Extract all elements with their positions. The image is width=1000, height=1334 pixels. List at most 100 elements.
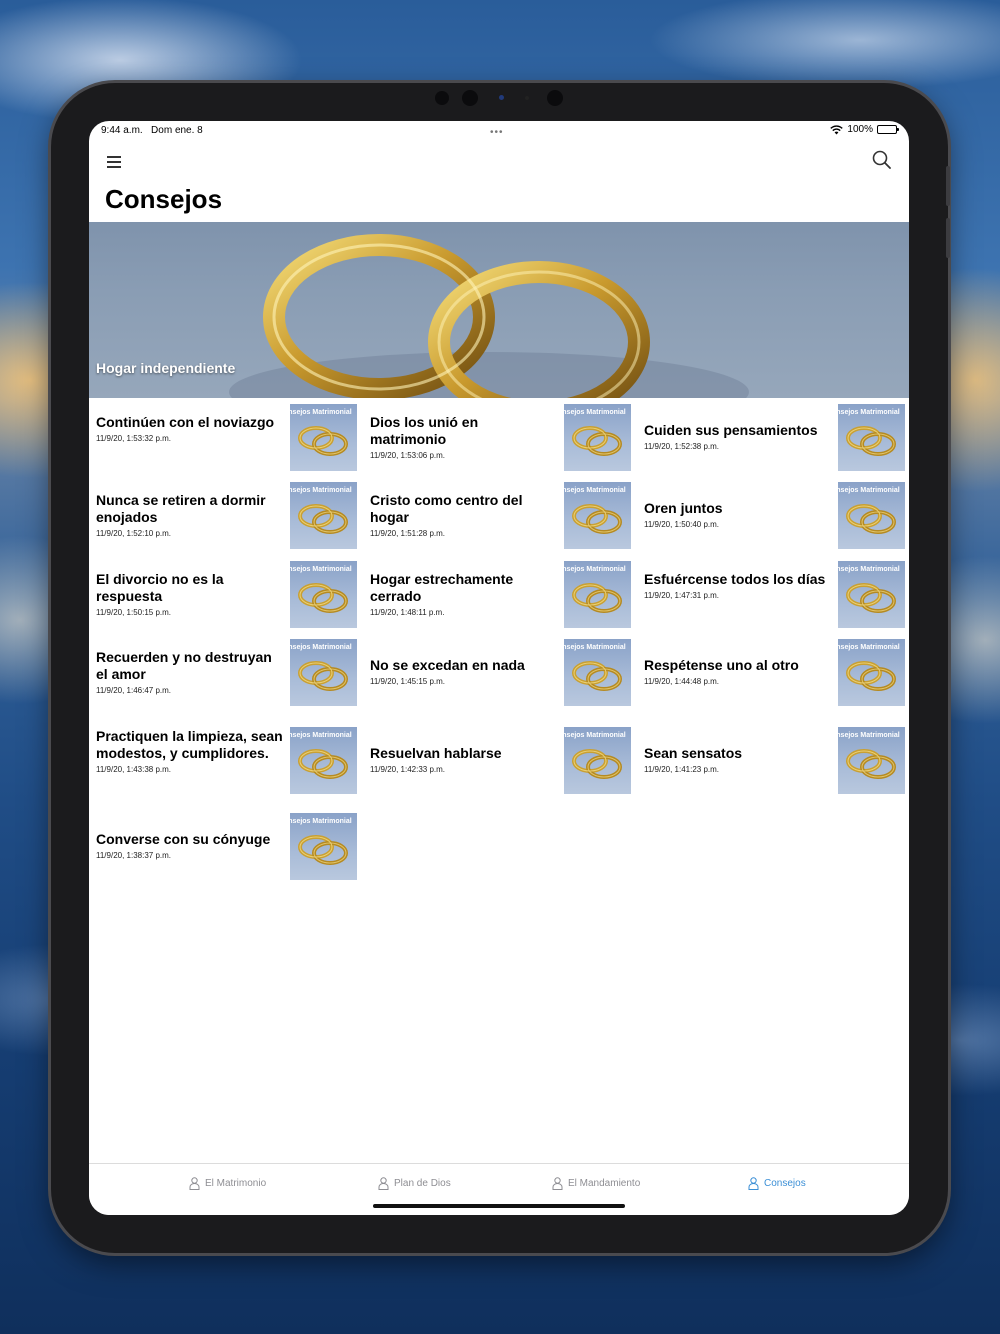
article-card[interactable]: No se excedan en nada 11/9/20, 1:45:15 p… (363, 639, 637, 709)
article-text: Recuerden y no destruyan el amor 11/9/20… (96, 649, 284, 695)
rings-icon (846, 749, 896, 779)
thumbnail-caption: onsejos Matrimonial (564, 732, 626, 739)
article-card[interactable]: Cristo como centro del hogar 11/9/20, 1:… (363, 482, 637, 552)
thumbnail-caption: onsejos Matrimonial (290, 644, 352, 651)
rings-icon (298, 504, 348, 534)
rings-icon (572, 426, 622, 456)
thumbnail-caption: onsejos Matrimonial (564, 487, 626, 494)
article-title: No se excedan en nada (370, 657, 525, 673)
person-icon (748, 1177, 759, 1190)
article-title: Converse con su cónyuge (96, 831, 271, 847)
article-thumbnail: onsejos Matrimonial (290, 404, 357, 471)
article-thumbnail: onsejos Matrimonial (564, 482, 631, 549)
person-icon (552, 1177, 563, 1190)
article-text: Converse con su cónyuge 11/9/20, 1:38:37… (96, 831, 284, 860)
article-card[interactable]: Cuiden sus pensamientos 11/9/20, 1:52:38… (637, 404, 909, 474)
article-date: 11/9/20, 1:42:33 p.m. (370, 765, 446, 774)
article-date: 11/9/20, 1:43:38 p.m. (96, 765, 172, 774)
article-title: Cuiden sus pensamientos (644, 422, 818, 438)
article-title: Esfuércense todos los días (644, 570, 826, 587)
volume-button (946, 166, 950, 206)
app-screen: 9:44 a.m. Dom ene. 8 ••• 100% Consejos H… (89, 121, 909, 1215)
tab-label: Consejos (764, 1178, 806, 1189)
tab-label: El Matrimonio (205, 1178, 267, 1189)
article-text: El divorcio no es la respuesta 11/9/20, … (96, 571, 284, 617)
article-date: 11/9/20, 1:47:31 p.m. (644, 590, 720, 600)
thumbnail-caption: onsejos Matrimonial (838, 487, 900, 494)
tab-label: Plan de Dios (394, 1178, 451, 1189)
article-title: Continúen con el noviazgo (96, 413, 275, 430)
person-icon (378, 1177, 389, 1190)
article-thumbnail: onsejos Matrimonial (564, 639, 631, 706)
status-right: 100% (830, 124, 899, 135)
featured-article-title: Hogar independiente (96, 360, 236, 376)
thumbnail-caption: onsejos Matrimonial (838, 732, 900, 739)
article-card[interactable]: Practiquen la limpieza, sean modestos, y… (89, 727, 363, 797)
wifi-icon (830, 124, 844, 134)
article-date: 11/9/20, 1:38:37 p.m. (96, 851, 172, 860)
article-title: Respétense uno al otro (644, 657, 799, 673)
article-card[interactable]: Sean sensatos 11/9/20, 1:41:23 p.m. onse… (637, 727, 909, 797)
article-card[interactable]: Nunca se retiren a dormir enojados 11/9/… (89, 482, 363, 552)
thumbnail-caption: onsejos Matrimonial (290, 566, 352, 573)
article-title: Recuerden y no destruyan el amor (96, 648, 272, 682)
rings-icon (572, 504, 622, 534)
article-thumbnail: onsejos Matrimonial (838, 482, 905, 549)
article-text: Respétense uno al otro 11/9/20, 1:44:48 … (644, 657, 832, 686)
article-date: 11/9/20, 1:45:15 p.m. (370, 677, 446, 686)
article-thumbnail: onsejos Matrimonial (564, 404, 631, 471)
thumbnail-caption: onsejos Matrimonial (564, 644, 626, 651)
thumbnail-caption: onsejos Matrimonial (290, 818, 352, 825)
article-card[interactable]: Respétense uno al otro 11/9/20, 1:44:48 … (637, 639, 909, 709)
rings-icon (298, 661, 348, 691)
article-card[interactable]: Continúen con el noviazgo 11/9/20, 1:53:… (89, 404, 363, 474)
rings-icon (572, 583, 622, 613)
article-title: Cristo como centro del hogar (370, 491, 523, 525)
rings-icon (298, 835, 348, 865)
article-card[interactable]: Recuerden y no destruyan el amor 11/9/20… (89, 639, 363, 709)
article-thumbnail: onsejos Matrimonial (290, 639, 357, 706)
hamburger-menu-icon[interactable] (105, 151, 125, 171)
article-text: Oren juntos 11/9/20, 1:50:40 p.m. (644, 500, 832, 529)
article-text: Resuelvan hablarse 11/9/20, 1:42:33 p.m. (370, 745, 558, 774)
rings-icon (846, 426, 896, 456)
article-card[interactable]: Dios los unió en matrimonio 11/9/20, 1:5… (363, 404, 637, 474)
multitask-dots[interactable]: ••• (490, 127, 504, 138)
article-date: 11/9/20, 1:46:47 p.m. (96, 685, 172, 695)
article-thumbnail: onsejos Matrimonial (838, 639, 905, 706)
article-date: 11/9/20, 1:48:11 p.m. (370, 607, 445, 617)
article-card[interactable]: Resuelvan hablarse 11/9/20, 1:42:33 p.m.… (363, 727, 637, 797)
featured-article[interactable]: Hogar independiente (89, 222, 909, 398)
article-card[interactable]: Hogar estrechamente cerrado 11/9/20, 1:4… (363, 561, 637, 631)
article-card[interactable]: El divorcio no es la respuesta 11/9/20, … (89, 561, 363, 631)
article-card[interactable]: Converse con su cónyuge 11/9/20, 1:38:37… (89, 813, 363, 883)
thumbnail-caption: onsejos Matrimonial (290, 732, 352, 739)
article-date: 11/9/20, 1:51:28 p.m. (370, 528, 446, 538)
article-date: 11/9/20, 1:52:10 p.m. (96, 528, 172, 538)
article-date: 11/9/20, 1:50:40 p.m. (644, 520, 720, 529)
article-text: Esfuércense todos los días 11/9/20, 1:47… (644, 571, 832, 600)
tab-el-mandamiento[interactable]: El Mandamiento (552, 1177, 640, 1190)
article-card[interactable]: Esfuércense todos los días 11/9/20, 1:47… (637, 561, 909, 631)
article-title: Resuelvan hablarse (370, 745, 502, 761)
article-text: Practiquen la limpieza, sean modestos, y… (96, 728, 284, 774)
tab-el-matrimonio[interactable]: El Matrimonio (189, 1177, 266, 1190)
article-text: Dios los unió en matrimonio 11/9/20, 1:5… (370, 414, 558, 460)
rings-icon (298, 749, 348, 779)
battery-icon (877, 125, 899, 134)
article-date: 11/9/20, 1:53:06 p.m. (370, 450, 446, 460)
tab-consejos[interactable]: Consejos (748, 1177, 806, 1190)
tab-plan-de-dios[interactable]: Plan de Dios (378, 1177, 451, 1190)
home-indicator[interactable] (373, 1204, 625, 1208)
thumbnail-caption: onsejos Matrimonial (564, 566, 626, 573)
article-card[interactable]: Oren juntos 11/9/20, 1:50:40 p.m. onsejo… (637, 482, 909, 552)
rings-icon (298, 583, 348, 613)
thumbnail-caption: onsejos Matrimonial (838, 409, 900, 416)
rings-icon (572, 661, 622, 691)
thumbnail-caption: onsejos Matrimonial (290, 487, 352, 494)
thumbnail-caption: onsejos Matrimonial (564, 409, 626, 416)
article-thumbnail: onsejos Matrimonial (838, 727, 905, 794)
article-thumbnail: onsejos Matrimonial (290, 482, 357, 549)
rings-icon (846, 504, 896, 534)
search-icon[interactable] (871, 149, 893, 171)
